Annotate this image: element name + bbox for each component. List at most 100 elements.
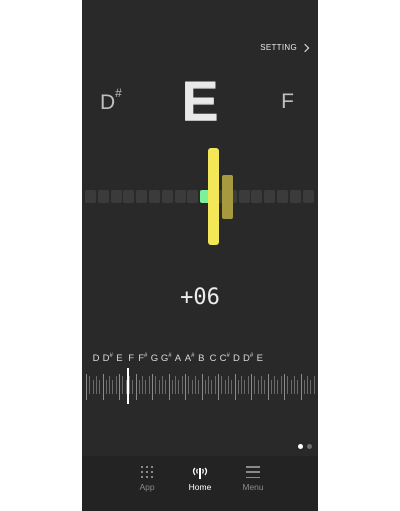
ruler-tick bbox=[158, 380, 160, 394]
ruler-tick bbox=[119, 374, 120, 400]
ruler-tick bbox=[290, 380, 292, 394]
selected-note-marker bbox=[127, 368, 129, 404]
meter-segment bbox=[97, 190, 109, 203]
ruler-tick bbox=[251, 374, 252, 400]
meter-segment bbox=[110, 190, 122, 203]
ruler-tick bbox=[257, 380, 259, 394]
meter-segment bbox=[277, 190, 288, 203]
scale-note-label: B bbox=[198, 353, 205, 364]
ruler-tick bbox=[214, 376, 216, 394]
tuning-fork-signal-icon bbox=[192, 467, 208, 479]
nav-app[interactable]: App bbox=[117, 466, 177, 492]
ruler-tick bbox=[86, 374, 87, 400]
ruler-tick bbox=[178, 380, 180, 394]
ruler-tick bbox=[293, 376, 295, 394]
ruler-tick bbox=[231, 380, 233, 394]
ruler-tick bbox=[138, 380, 140, 394]
ruler-tick bbox=[181, 376, 183, 394]
ruler-tick bbox=[284, 374, 285, 400]
ruler-tick bbox=[89, 376, 91, 394]
meter-segment bbox=[187, 190, 199, 203]
tuning-meter bbox=[82, 190, 318, 204]
nav-menu-label: Menu bbox=[242, 482, 264, 492]
ruler-tick bbox=[254, 376, 256, 394]
ruler-tick bbox=[260, 376, 262, 394]
ruler-tick bbox=[155, 376, 157, 394]
ruler-tick bbox=[128, 376, 130, 394]
ruler-tick bbox=[122, 376, 124, 394]
ruler-tick bbox=[105, 380, 107, 394]
tuning-needle bbox=[208, 148, 219, 245]
setting-button[interactable]: SETTING bbox=[260, 43, 310, 52]
ruler-tick bbox=[224, 380, 226, 394]
ruler-tick bbox=[313, 376, 315, 394]
ruler-tick bbox=[152, 374, 153, 400]
meter-segment bbox=[289, 190, 301, 203]
page-dot[interactable] bbox=[307, 444, 312, 449]
ruler-tick bbox=[277, 380, 279, 394]
scale-note-label: D bbox=[232, 353, 240, 364]
scale-note-label: A# bbox=[184, 353, 195, 365]
meter-segment bbox=[123, 190, 135, 203]
ruler-tick bbox=[211, 380, 213, 394]
scale-note-label: C# bbox=[219, 353, 230, 365]
ruler-tick bbox=[112, 380, 114, 394]
ruler-tick bbox=[237, 380, 239, 394]
ruler-tick bbox=[208, 376, 210, 394]
ruler-tick bbox=[241, 376, 243, 394]
ruler-tick bbox=[132, 380, 134, 394]
menu-icon bbox=[246, 466, 260, 478]
ruler-tick bbox=[287, 376, 289, 394]
scale-note-label: A bbox=[174, 353, 182, 364]
ruler-tick bbox=[267, 374, 269, 400]
meter-segment bbox=[251, 190, 263, 203]
ruler-tick bbox=[175, 376, 177, 394]
ruler-tick bbox=[171, 380, 173, 394]
ruler-tick bbox=[191, 380, 193, 394]
meter-segment bbox=[174, 190, 186, 203]
scale-note-label: G bbox=[150, 353, 159, 364]
ruler-tick bbox=[135, 374, 137, 400]
chevron-right-icon bbox=[300, 43, 310, 52]
ruler-tick bbox=[161, 376, 163, 394]
meter-segment bbox=[302, 190, 314, 203]
ruler-tick bbox=[109, 376, 111, 394]
ruler-tick bbox=[310, 380, 312, 394]
tuner-screen: SETTING D# E F +06 D D# E F F# G G# A A# B C C# D D# E… bbox=[82, 0, 318, 511]
ruler-tick bbox=[204, 380, 206, 394]
ruler-tick bbox=[227, 376, 229, 394]
note-scale-ruler[interactable] bbox=[82, 370, 318, 406]
cents-readout: +06 bbox=[180, 285, 220, 310]
meter-segment bbox=[85, 190, 96, 203]
ruler-tick bbox=[92, 380, 94, 394]
page-dot[interactable] bbox=[298, 444, 303, 449]
ruler-tick bbox=[95, 376, 97, 394]
next-note: F bbox=[281, 90, 294, 113]
ruler-tick bbox=[145, 380, 147, 394]
ruler-tick bbox=[194, 376, 196, 394]
ruler-tick bbox=[264, 380, 266, 394]
ruler-tick bbox=[115, 376, 117, 394]
scale-note-label: F bbox=[128, 353, 134, 364]
scale-note-label: D# bbox=[242, 353, 254, 365]
bottom-navigation: App Home Menu bbox=[82, 456, 318, 511]
nav-home[interactable]: Home bbox=[170, 466, 230, 492]
nav-menu[interactable]: Menu bbox=[223, 466, 283, 492]
ruler-tick bbox=[102, 374, 104, 400]
meter-segment bbox=[161, 190, 173, 203]
ruler-tick bbox=[188, 376, 190, 394]
ruler-tick bbox=[168, 374, 170, 400]
ruler-tick bbox=[303, 380, 305, 394]
ruler-tick bbox=[99, 380, 101, 394]
scale-note-label: E bbox=[256, 353, 263, 364]
ruler-tick bbox=[297, 380, 299, 394]
scale-note-label: D# bbox=[102, 353, 113, 365]
meter-segment bbox=[264, 190, 276, 203]
ruler-tick bbox=[185, 374, 186, 400]
ruler-tick bbox=[165, 380, 167, 394]
nav-app-label: App bbox=[139, 482, 155, 492]
ruler-tick bbox=[244, 380, 246, 394]
scale-note-label: E bbox=[116, 353, 123, 364]
ruler-tick bbox=[234, 374, 236, 400]
scale-note-label: F# bbox=[138, 353, 148, 365]
